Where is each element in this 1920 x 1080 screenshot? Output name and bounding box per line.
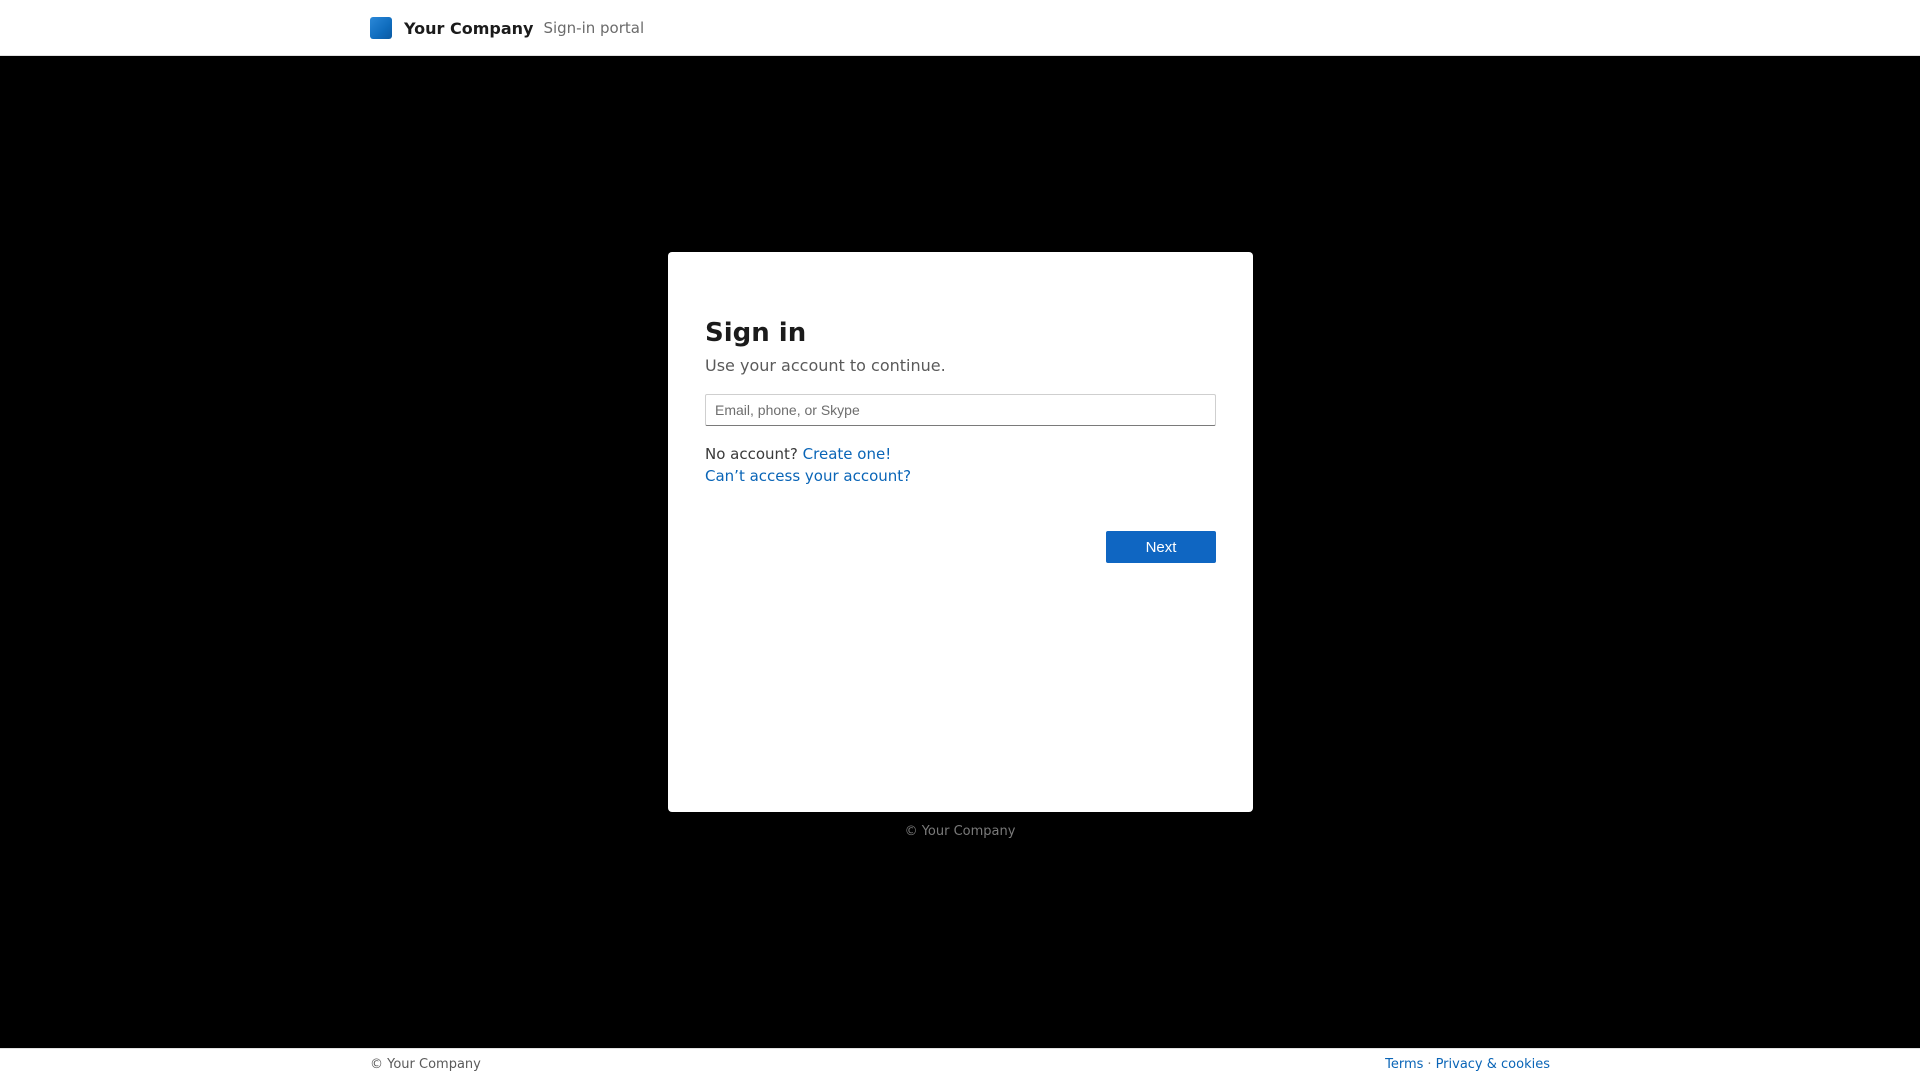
sign-in-card: Sign in Use your account to continue. No… <box>668 252 1253 812</box>
page-footer: © Your Company Terms · Privacy & cookies <box>0 1048 1920 1080</box>
email-field[interactable] <box>705 394 1216 426</box>
brand-name: Your Company <box>404 18 534 38</box>
footer-copyright: © Your Company <box>370 1057 481 1072</box>
terms-link[interactable]: Terms <box>1385 1057 1423 1072</box>
next-button[interactable]: Next <box>1106 531 1216 563</box>
brand-subtitle: Sign-in portal <box>543 19 645 37</box>
top-bar: Your Company Sign-in portal <box>0 0 1920 56</box>
cant-access-account-link[interactable]: Can’t access your account? <box>705 467 911 485</box>
sign-in-subtitle: Use your account to continue. <box>705 356 946 375</box>
page-title: Sign in <box>705 318 807 348</box>
footer-separator: · <box>1427 1057 1432 1072</box>
no-account-line: No account? Create one! <box>705 445 891 463</box>
no-account-label: No account? <box>705 445 798 463</box>
card-copyright: © Your Company <box>904 824 1016 839</box>
create-account-link[interactable]: Create one! <box>803 445 892 463</box>
brand[interactable]: Your Company Sign-in portal <box>370 17 644 39</box>
footer-links: Terms · Privacy & cookies <box>1385 1057 1550 1072</box>
company-logo-icon <box>370 17 392 39</box>
privacy-cookies-link[interactable]: Privacy & cookies <box>1436 1057 1550 1072</box>
